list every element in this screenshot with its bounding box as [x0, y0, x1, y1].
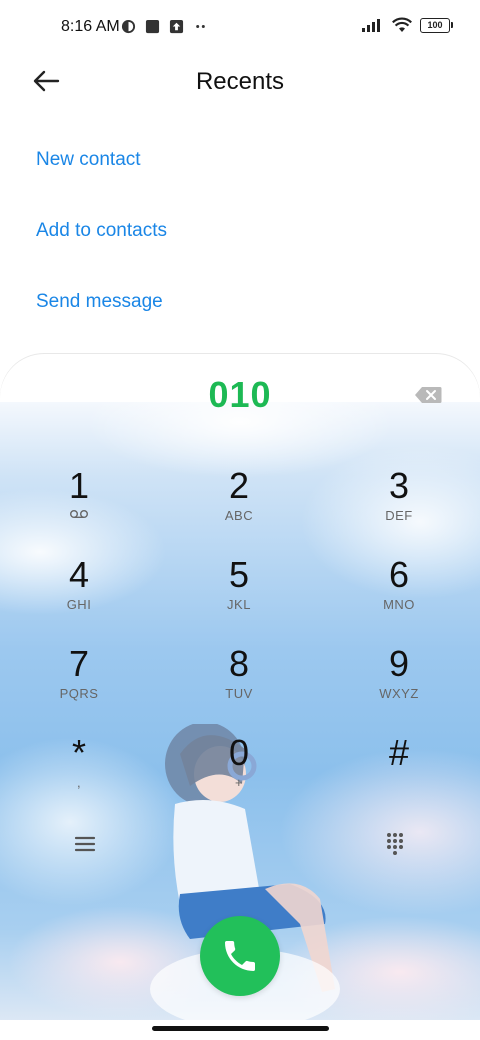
- key-digit: 9: [388, 643, 410, 684]
- key-digit: 3: [388, 465, 410, 506]
- signal-icon: [362, 19, 380, 32]
- key-letters: GHI: [66, 597, 92, 612]
- more-dots-icon: [196, 25, 205, 28]
- upload-icon: [169, 19, 184, 34]
- dialed-number: 010: [208, 374, 272, 415]
- key-6[interactable]: 6 MNO: [344, 555, 454, 635]
- call-button[interactable]: [200, 916, 280, 996]
- key-letters: PQRS: [59, 686, 99, 701]
- key-letters: ABC: [224, 508, 254, 523]
- key-digit: 8: [228, 643, 250, 684]
- dialpad-toggle-icon[interactable]: [380, 830, 410, 858]
- key-digit: *: [71, 732, 86, 773]
- key-7[interactable]: 7 PQRS: [24, 644, 134, 724]
- key-0[interactable]: 0 +: [184, 733, 294, 813]
- voicemail-icon: [70, 510, 88, 518]
- timer-icon: [121, 19, 136, 34]
- key-digit: 2: [228, 465, 250, 506]
- key-letters: TUV: [225, 686, 253, 701]
- battery-icon: 100: [420, 17, 453, 33]
- key-1[interactable]: 1: [24, 466, 134, 546]
- key-star[interactable]: * ,: [24, 733, 134, 813]
- key-2[interactable]: 2 ABC: [184, 466, 294, 546]
- wifi-icon: [392, 17, 412, 32]
- key-digit: #: [388, 732, 410, 773]
- status-left-icons: [121, 19, 208, 34]
- home-indicator[interactable]: [152, 1026, 329, 1031]
- key-letters: +: [234, 775, 244, 790]
- key-digit: 1: [68, 465, 90, 506]
- key-3[interactable]: 3 DEF: [344, 466, 454, 546]
- status-right-icons: 100: [362, 17, 453, 33]
- dialer-panel: 010 1 2 ABC 3 DEF 4 GHI 5 JKL 6 MNO 7 PQ…: [0, 354, 480, 1020]
- key-5[interactable]: 5 JKL: [184, 555, 294, 635]
- key-4[interactable]: 4 GHI: [24, 555, 134, 635]
- add-to-contacts-link[interactable]: Add to contacts: [36, 220, 167, 242]
- new-contact-link[interactable]: New contact: [36, 149, 141, 171]
- key-digit: 0: [228, 732, 250, 773]
- menu-icon[interactable]: [70, 830, 100, 858]
- backspace-icon[interactable]: [414, 386, 442, 404]
- square-icon: [145, 19, 160, 34]
- phone-icon: [225, 941, 255, 971]
- key-digit: 7: [68, 643, 90, 684]
- key-letters: ,: [76, 775, 82, 790]
- key-digit: 4: [68, 554, 90, 595]
- key-letters: DEF: [385, 508, 413, 523]
- key-digit: 5: [228, 554, 250, 595]
- key-letters: MNO: [383, 597, 415, 612]
- key-digit: 6: [388, 554, 410, 595]
- header: Recents: [0, 56, 480, 108]
- send-message-link[interactable]: Send message: [36, 291, 163, 313]
- status-time: 8:16 AM: [61, 18, 120, 35]
- key-hash[interactable]: #: [344, 733, 454, 813]
- key-letters: WXYZ: [379, 686, 419, 701]
- status-bar: 8:16 AM 100: [0, 0, 480, 56]
- page-title: Recents: [195, 68, 285, 95]
- key-8[interactable]: 8 TUV: [184, 644, 294, 724]
- key-9[interactable]: 9 WXYZ: [344, 644, 454, 724]
- key-letters: JKL: [227, 597, 251, 612]
